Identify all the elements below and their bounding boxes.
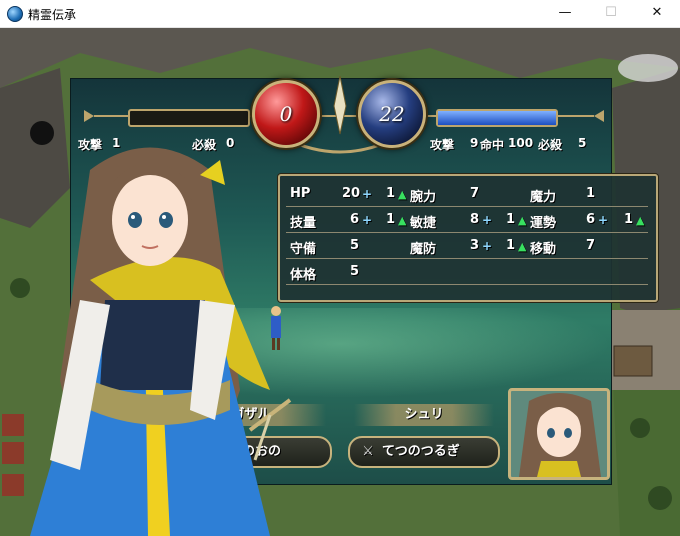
right-hp-gauge-fill — [438, 111, 556, 125]
sword-icon: ⚔ — [362, 444, 374, 459]
right-unit-name: シュリ — [354, 404, 494, 426]
stat-strength-label: 腕力 — [410, 190, 437, 205]
character-portrait — [30, 147, 292, 536]
stat-speed-label: 敏捷 — [410, 216, 437, 231]
right-hp-gauge — [436, 109, 558, 127]
stat-speed-value: 8 — [470, 212, 480, 227]
close-button[interactable]: ✕ — [634, 0, 680, 27]
enemy-face-portrait — [508, 388, 610, 480]
right-hp-value: 22 — [379, 102, 405, 126]
right-hit-value: 100 — [508, 136, 534, 150]
right-weapon-name: てつのつるぎ — [382, 444, 460, 459]
stat-hp-plus: + — [362, 187, 373, 201]
stat-magic-label: 魔力 — [530, 190, 557, 205]
right-attack-label: 攻撃 — [430, 138, 455, 152]
stat-skill-plus: + — [362, 213, 373, 227]
stat-luck-bonus: 1 — [624, 212, 634, 227]
right-attack-value: 9 — [470, 136, 479, 150]
stat-luck-label: 運勢 — [530, 216, 557, 231]
minimize-button[interactable]: — — [542, 0, 588, 27]
stat-resistance-bonus: 1 — [506, 238, 516, 253]
stat-divider — [286, 258, 648, 259]
unit-stats-panel: HP 20 + 1 ▲ 腕力 7 魔力 1 技量 6 + 1 ▲ 敏捷 8 + … — [278, 174, 658, 302]
stat-strength-value: 7 — [470, 186, 480, 201]
stat-defense-value: 5 — [350, 238, 360, 253]
stat-move-value: 7 — [586, 238, 596, 253]
stat-speed-up-icon: ▲ — [518, 214, 527, 227]
stat-divider — [286, 206, 648, 207]
right-hp-orb: 22 — [358, 80, 426, 148]
window-titlebar[interactable]: 精霊伝承 — ☐ ✕ — [0, 0, 680, 28]
app-globe-icon — [7, 6, 23, 22]
stat-hp-value: 20 — [342, 186, 361, 201]
right-crit-value: 5 — [578, 136, 587, 150]
stat-resistance-plus: + — [482, 239, 493, 253]
stat-divider — [286, 232, 648, 233]
stat-luck-value: 6 — [586, 212, 596, 227]
right-hit-label: 命中 — [480, 138, 505, 152]
right-weapon-plate: ⚔ てつのつるぎ — [348, 436, 500, 468]
game-screen[interactable]: 0 22 攻撃 1 必殺 0 攻撃 9 命中 100 必殺 5 HP 20 + … — [0, 28, 680, 536]
stat-luck-up-icon: ▲ — [636, 214, 645, 227]
stat-skill-bonus: 1 — [386, 212, 396, 227]
stat-magic-value: 1 — [586, 186, 596, 201]
stat-resistance-label: 魔防 — [410, 242, 437, 257]
face-portrait-image — [519, 393, 601, 477]
left-hp-gauge — [128, 109, 250, 127]
stat-resistance-value: 3 — [470, 238, 480, 253]
stat-skill-value: 6 — [350, 212, 360, 227]
stat-hp-bonus: 1 — [386, 186, 396, 201]
stat-speed-bonus: 1 — [506, 212, 516, 227]
stat-speed-plus: + — [482, 213, 493, 227]
stat-luck-plus: + — [598, 213, 609, 227]
right-crit-label: 必殺 — [538, 138, 563, 152]
stat-move-label: 移動 — [530, 242, 557, 257]
stat-resistance-up-icon: ▲ — [518, 240, 527, 253]
stat-divider — [286, 284, 648, 285]
window-title: 精霊伝承 — [28, 8, 77, 22]
stat-hp-up-icon: ▲ — [398, 188, 407, 201]
stat-build-value: 5 — [350, 264, 360, 279]
stat-skill-up-icon: ▲ — [398, 214, 407, 227]
maximize-button[interactable]: ☐ — [588, 0, 634, 27]
